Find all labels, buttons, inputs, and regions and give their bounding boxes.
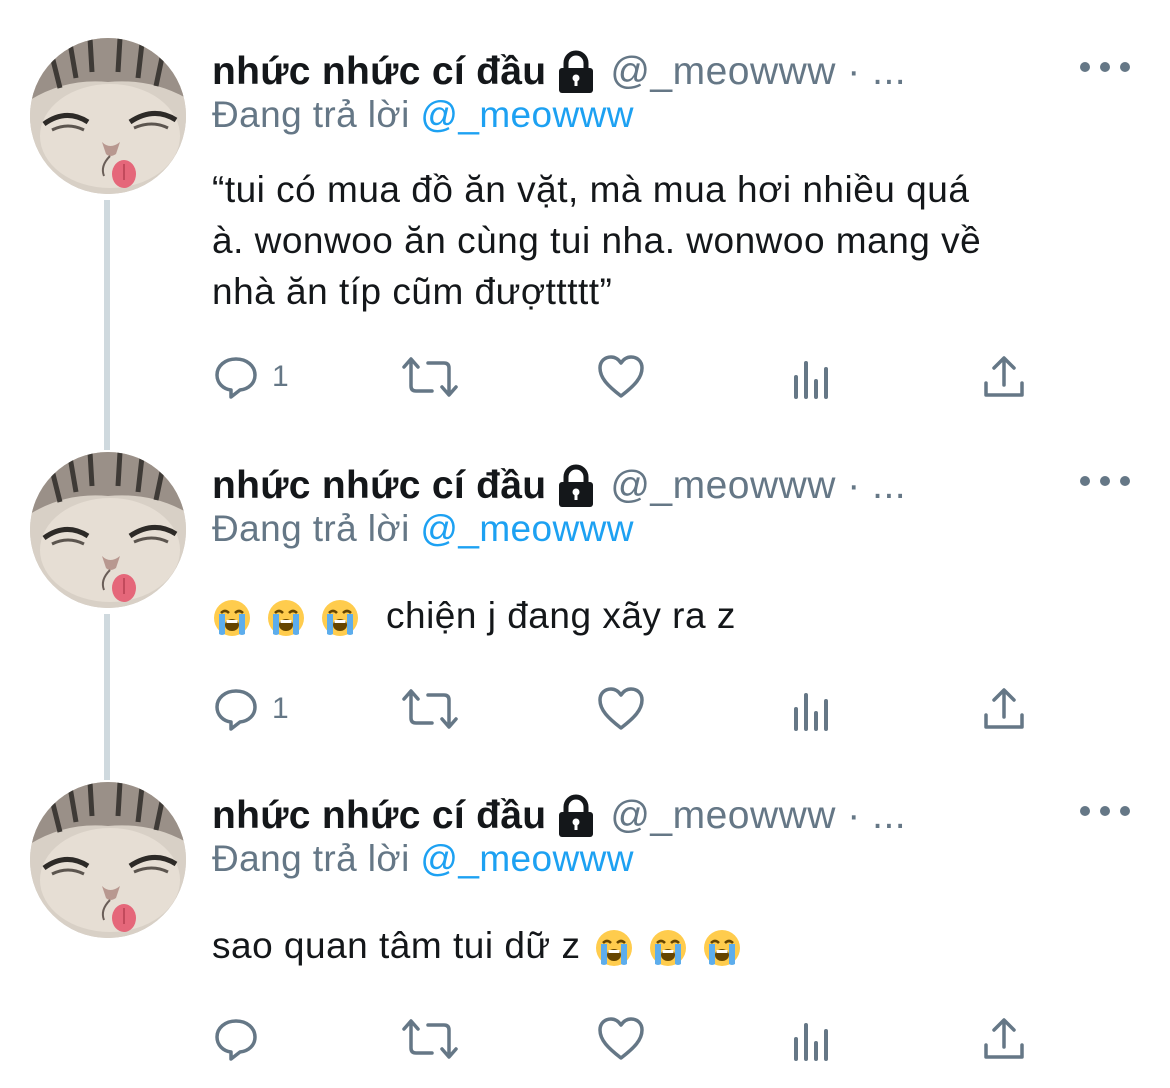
display-name[interactable]: nhức nhức cí đầu [212,50,546,94]
retweet-button[interactable] [400,352,460,402]
reply-count: 1 [272,360,289,393]
analytics-icon [794,1023,828,1061]
retweet-icon [402,689,458,729]
mention-link[interactable]: @_meowww [420,508,633,549]
tweet-text-content: sao quan tâm tui dữ z [212,925,581,966]
like-button[interactable] [596,684,646,734]
share-button[interactable] [982,352,1026,402]
reply-icon [215,689,257,731]
avatar[interactable] [30,38,186,194]
retweet-button[interactable] [400,684,460,734]
tweet-header: nhức nhức cí đầu @_meowww · ... [212,44,906,100]
reply-button[interactable]: 1 [212,684,289,734]
tweet[interactable]: nhức nhức cí đầu @_meowww · ... Đang trả… [0,782,1170,1082]
lock-icon [556,794,596,838]
replying-prefix: Đang trả lời [212,94,410,135]
retweet-button[interactable] [400,1014,460,1064]
handle[interactable]: @_meowww · ... [610,464,906,508]
like-icon [598,1017,644,1060]
cat-avatar-image [30,38,186,194]
share-icon [984,688,1024,729]
like-icon [598,355,644,398]
action-bar [212,1014,1092,1064]
replying-to: Đang trả lời @_meowww [212,94,634,136]
retweet-icon [402,1019,458,1059]
lock-icon [556,464,596,508]
display-name[interactable]: nhức nhức cí đầu [212,464,546,508]
display-name[interactable]: nhức nhức cí đầu [212,794,546,838]
handle[interactable]: @_meowww · ... [610,794,906,838]
lock-icon [556,50,596,94]
like-button[interactable] [596,1014,646,1064]
avatar[interactable] [30,782,186,938]
analytics-button[interactable] [792,352,834,402]
crying-face-emoji [266,598,306,638]
mention-link[interactable]: @_meowww [420,838,633,879]
analytics-button[interactable] [792,1014,834,1064]
action-bar: 1 [212,684,1092,734]
analytics-button[interactable] [792,684,834,734]
tweet-text: “tui có mua đồ ăn vặt, mà mua hơi nhiều … [212,164,1132,317]
like-button[interactable] [596,352,646,402]
action-bar: 1 [212,352,1092,402]
retweet-icon [402,357,458,397]
tweet-header: nhức nhức cí đầu @_meowww · ... [212,458,906,514]
analytics-icon [794,693,828,731]
replying-to: Đang trả lời @_meowww [212,508,634,550]
crying-face-emoji [648,928,688,968]
share-icon [984,1018,1024,1059]
tweet-header: nhức nhức cí đầu @_meowww · ... [212,788,906,844]
tweet[interactable]: nhức nhức cí đầu @_meowww · ... Đang trả… [0,452,1170,752]
tweet-text-line: nhà ăn típ cũm đượttttt” [212,271,613,312]
tweet-text: sao quan tâm tui dữ z [212,920,1132,971]
cat-avatar-image [30,452,186,608]
more-icon[interactable] [1080,466,1130,496]
handle[interactable]: @_meowww · ... [610,50,906,94]
reply-icon [215,1019,257,1061]
avatar[interactable] [30,452,186,608]
tweet[interactable]: nhức nhức cí đầu @_meowww · ... Đang trả… [0,38,1170,418]
crying-face-emoji [320,598,360,638]
replying-to: Đang trả lời @_meowww [212,838,634,880]
share-icon [984,356,1024,397]
tweet-text: chiện j đang xãy ra z [212,590,1132,641]
reply-button[interactable]: 1 [212,352,289,402]
replying-prefix: Đang trả lời [212,508,410,549]
cat-avatar-image [30,782,186,938]
reply-count: 1 [272,692,289,725]
tweet-text-content: chiện j đang xãy ra z [386,595,736,636]
more-icon[interactable] [1080,52,1130,82]
share-button[interactable] [982,684,1026,734]
more-icon[interactable] [1080,796,1130,826]
reply-button[interactable] [212,1014,272,1064]
share-button[interactable] [982,1014,1026,1064]
like-icon [598,687,644,730]
tweet-text-line: à. wonwoo ăn cùng tui nha. wonwoo mang v… [212,220,982,261]
crying-face-emoji [212,598,252,638]
thread-timeline: nhức nhức cí đầu @_meowww · ... Đang trả… [0,0,1170,1088]
crying-face-emoji [702,928,742,968]
reply-icon [215,357,257,399]
tweet-text-line: “tui có mua đồ ăn vặt, mà mua hơi nhiều … [212,169,970,210]
analytics-icon [794,361,828,399]
mention-link[interactable]: @_meowww [420,94,633,135]
replying-prefix: Đang trả lời [212,838,410,879]
crying-face-emoji [594,928,634,968]
